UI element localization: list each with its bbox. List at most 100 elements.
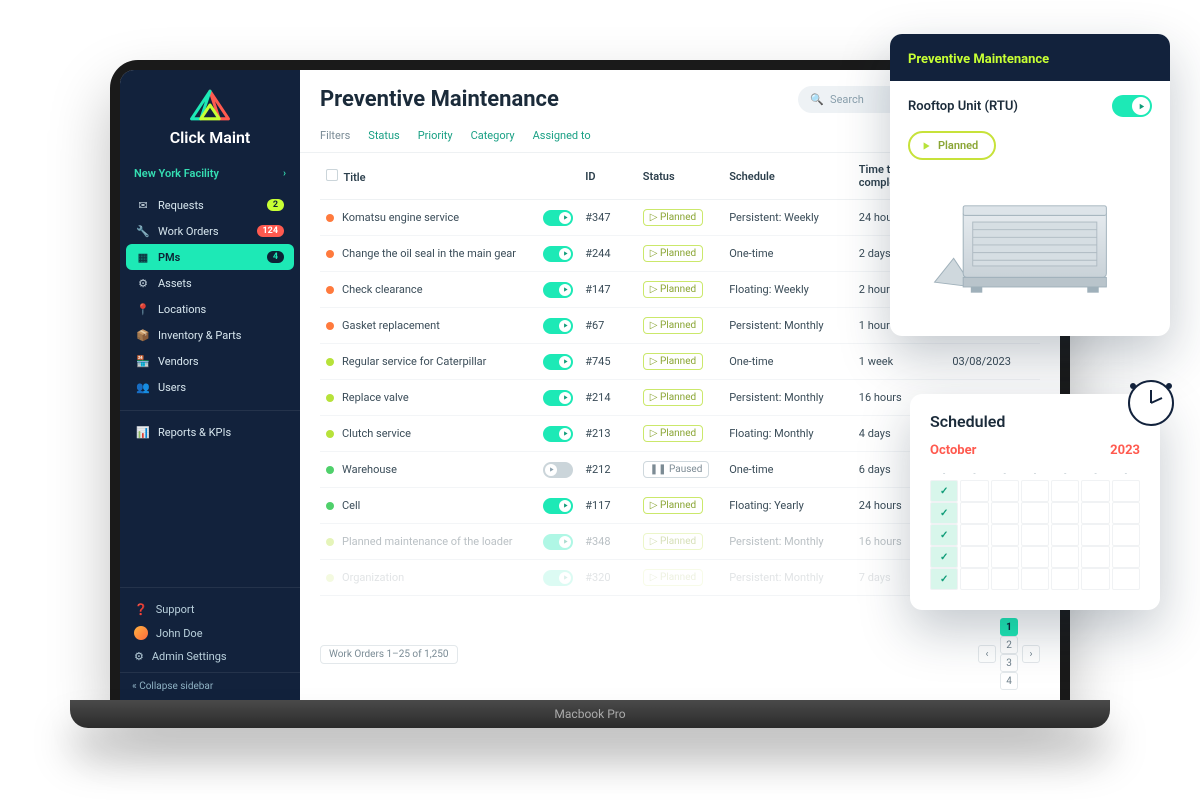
cal-day[interactable]	[1081, 480, 1109, 502]
row-toggle[interactable]	[543, 426, 573, 442]
page-3[interactable]: 3	[1000, 654, 1018, 672]
nav-list: ✉Requests2 🔧Work Orders124 ▦PMs4 ⚙Assets…	[120, 188, 300, 404]
nav-vendors[interactable]: 🏪Vendors	[126, 348, 294, 374]
row-toggle[interactable]	[543, 354, 573, 370]
cal-day[interactable]	[1112, 524, 1140, 546]
nav-workorders[interactable]: 🔧Work Orders124	[126, 218, 294, 244]
cal-day[interactable]	[1112, 568, 1140, 590]
nav-reports[interactable]: 📊Reports & KPIs	[126, 419, 294, 445]
collapse-sidebar[interactable]: « Collapse sidebar	[120, 672, 300, 700]
cal-day[interactable]	[1112, 546, 1140, 568]
cal-day[interactable]: ✓	[930, 568, 958, 590]
page-1[interactable]: 1	[1000, 618, 1018, 636]
cal-day[interactable]	[1021, 524, 1049, 546]
cal-day[interactable]	[1021, 480, 1049, 502]
table-row[interactable]: Regular service for Caterpillar#745▷ Pla…	[320, 344, 1040, 380]
nav-label: PMs	[158, 251, 180, 264]
nav-locations[interactable]: 📍Locations	[126, 296, 294, 322]
month-selector[interactable]: October 2023	[930, 443, 1140, 458]
page-next[interactable]: ›	[1022, 645, 1040, 663]
page-title: Preventive Maintenance	[320, 87, 559, 112]
cal-day[interactable]: ✓	[930, 524, 958, 546]
cal-day[interactable]	[1021, 502, 1049, 524]
status-chip[interactable]: Planned	[908, 131, 996, 160]
cal-day[interactable]	[960, 524, 988, 546]
nav-requests[interactable]: ✉Requests2	[126, 192, 294, 218]
filter-priority[interactable]: Priority	[418, 129, 453, 142]
row-status: ▷ Planned	[643, 245, 703, 262]
row-schedule: One-time	[723, 452, 853, 488]
cal-day[interactable]	[991, 524, 1019, 546]
cal-day[interactable]	[1051, 480, 1079, 502]
row-toggle[interactable]	[543, 210, 573, 226]
badge: 124	[257, 225, 285, 237]
priority-dot	[326, 358, 334, 366]
page-2[interactable]: 2	[1000, 636, 1018, 654]
priority-dot	[326, 214, 334, 222]
facility-selector[interactable]: New York Facility ›	[120, 157, 300, 188]
cal-day[interactable]	[960, 502, 988, 524]
cal-day[interactable]	[991, 546, 1019, 568]
col-schedule[interactable]: Schedule	[723, 153, 853, 200]
row-id: #214	[579, 380, 637, 416]
cal-day[interactable]	[1112, 502, 1140, 524]
page-prev[interactable]: ‹	[978, 645, 996, 663]
cal-day[interactable]	[991, 502, 1019, 524]
filter-status[interactable]: Status	[368, 129, 399, 142]
row-toggle[interactable]	[543, 462, 573, 478]
sidebar-footer: ❓Support John Doe ⚙Admin Settings	[120, 587, 300, 672]
row-schedule: One-time	[723, 344, 853, 380]
nav-users[interactable]: 👥Users	[126, 374, 294, 400]
cal-day[interactable]	[991, 480, 1019, 502]
filter-assigned[interactable]: Assigned to	[533, 129, 591, 142]
nav-assets[interactable]: ⚙Assets	[126, 270, 294, 296]
row-status: ▷ Planned	[643, 281, 703, 298]
cal-day[interactable]	[991, 568, 1019, 590]
row-toggle[interactable]	[543, 570, 573, 586]
cal-day[interactable]	[1112, 480, 1140, 502]
col-status[interactable]: Status	[637, 153, 723, 200]
cal-day[interactable]: ✓	[930, 546, 958, 568]
row-toggle[interactable]	[543, 390, 573, 406]
cal-day[interactable]	[1081, 524, 1109, 546]
nav-inventory[interactable]: 📦Inventory & Parts	[126, 322, 294, 348]
filter-category[interactable]: Category	[471, 129, 515, 142]
row-toggle[interactable]	[543, 318, 573, 334]
chart-icon: 📊	[136, 425, 150, 439]
cal-day[interactable]	[1081, 568, 1109, 590]
admin-label: Admin Settings	[152, 650, 227, 663]
cal-day[interactable]	[1021, 568, 1049, 590]
cal-day[interactable]	[1081, 546, 1109, 568]
cal-day[interactable]	[1021, 546, 1049, 568]
cal-day[interactable]	[960, 480, 988, 502]
row-toggle[interactable]	[543, 534, 573, 550]
priority-dot	[326, 430, 334, 438]
row-toggle[interactable]	[543, 246, 573, 262]
cal-day[interactable]	[960, 546, 988, 568]
row-toggle[interactable]	[543, 282, 573, 298]
col-title[interactable]: Title	[343, 171, 365, 184]
row-schedule: Floating: Yearly	[723, 488, 853, 524]
cal-day[interactable]: ✓	[930, 480, 958, 502]
cal-day[interactable]	[1081, 502, 1109, 524]
current-user[interactable]: John Doe	[132, 621, 288, 645]
user-name: John Doe	[156, 627, 203, 640]
select-all-checkbox[interactable]	[326, 169, 338, 181]
row-toggle[interactable]	[543, 498, 573, 514]
cal-day[interactable]: ✓	[930, 502, 958, 524]
cal-day[interactable]	[1051, 524, 1079, 546]
row-status: ▷ Planned	[643, 353, 703, 370]
row-id: #147	[579, 272, 637, 308]
page-4[interactable]: 4	[1000, 672, 1018, 690]
col-id[interactable]: ID	[579, 153, 637, 200]
nav-pms[interactable]: ▦PMs4	[126, 244, 294, 270]
admin-settings-link[interactable]: ⚙Admin Settings	[132, 645, 288, 668]
cal-day[interactable]	[1051, 546, 1079, 568]
calendar-grid: ------- ✓ ✓ ✓ ✓ ✓	[930, 466, 1140, 590]
cal-day[interactable]	[960, 568, 988, 590]
cal-day[interactable]	[1051, 502, 1079, 524]
cal-day[interactable]	[1051, 568, 1079, 590]
logo-icon	[130, 88, 290, 122]
pm-enable-toggle[interactable]	[1112, 95, 1152, 117]
support-link[interactable]: ❓Support	[132, 598, 288, 621]
